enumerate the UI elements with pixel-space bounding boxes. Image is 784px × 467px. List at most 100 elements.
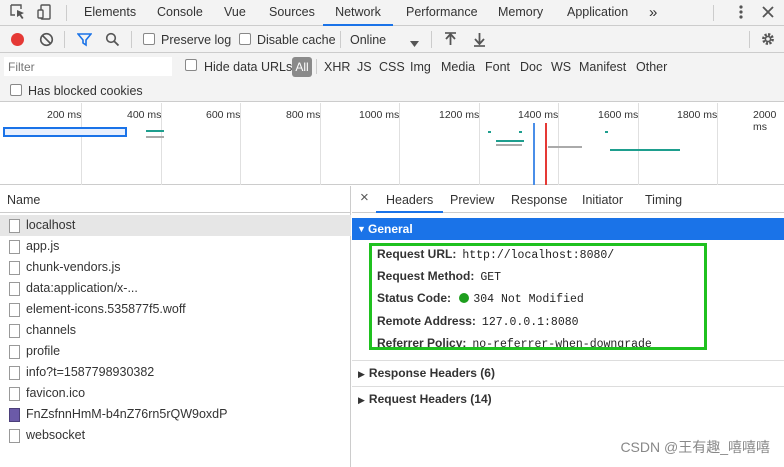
divider <box>66 5 67 21</box>
triangle-right-icon: ▶ <box>358 395 365 405</box>
hide-data-urls-checkbox[interactable] <box>185 59 197 71</box>
document-icon <box>9 219 20 233</box>
device-toolbar-icon[interactable] <box>37 4 53 20</box>
close-devtools-icon[interactable] <box>760 4 776 20</box>
load-event-line <box>545 123 547 185</box>
tab-performance[interactable]: Performance <box>406 0 478 26</box>
import-har-icon[interactable] <box>444 32 457 50</box>
time-tick: 1200 ms <box>439 109 480 121</box>
inspect-element-icon[interactable] <box>10 4 26 20</box>
tab-console[interactable]: Console <box>157 0 203 26</box>
general-section-title: General <box>368 222 413 236</box>
waterfall-bar <box>146 130 164 132</box>
tab-initiator[interactable]: Initiator <box>582 193 623 207</box>
request-row[interactable]: channels <box>0 320 351 341</box>
filter-type-font[interactable]: Font <box>485 60 510 74</box>
divider <box>316 59 317 74</box>
chevron-down-icon[interactable] <box>410 36 419 50</box>
filter-type-xhr[interactable]: XHR <box>324 60 350 74</box>
filter-input[interactable] <box>4 57 172 76</box>
more-options-icon[interactable] <box>733 4 749 20</box>
request-row[interactable]: FnZsfnnHmM-b4nZ76rn5rQW9oxdP <box>0 404 351 425</box>
request-name: websocket <box>26 428 86 442</box>
request-row[interactable]: websocket <box>0 425 351 446</box>
filter-type-other[interactable]: Other <box>636 60 667 74</box>
request-row[interactable]: app.js <box>0 236 351 257</box>
search-icon[interactable] <box>105 32 120 50</box>
selection-window[interactable] <box>3 127 127 137</box>
tab-memory[interactable]: Memory <box>498 0 543 26</box>
request-name: profile <box>26 344 61 358</box>
time-tick: 1800 ms <box>677 109 718 121</box>
tab-preview[interactable]: Preview <box>450 193 494 207</box>
waterfall-bar <box>519 131 522 133</box>
filter-type-img[interactable]: Img <box>410 60 431 74</box>
request-row[interactable]: info?t=1587798930382 <box>0 362 351 383</box>
more-tabs-button[interactable]: » <box>649 0 657 26</box>
request-row[interactable]: data:application/x-... <box>0 278 351 299</box>
filter-type-doc[interactable]: Doc <box>520 60 542 74</box>
file-icon <box>9 303 20 317</box>
filter-type-js[interactable]: JS <box>357 60 372 74</box>
export-har-icon[interactable] <box>473 32 486 50</box>
hide-data-urls-label: Hide data URLs <box>204 60 293 74</box>
tab-headers[interactable]: Headers <box>376 193 444 213</box>
filter-icon[interactable] <box>76 32 93 50</box>
requests-list: Name localhost app.js chunk-vendors.js d… <box>0 186 351 467</box>
request-row[interactable]: favicon.ico <box>0 383 351 404</box>
file-icon <box>9 387 20 401</box>
divider <box>713 5 714 21</box>
details-tabbar: × Headers Preview Response Initiator Tim… <box>352 186 784 213</box>
request-row[interactable]: profile <box>0 341 351 362</box>
waterfall-bar <box>605 131 608 133</box>
tab-network[interactable]: Network <box>323 0 393 26</box>
tab-timing[interactable]: Timing <box>645 193 682 207</box>
close-details-icon[interactable]: × <box>360 190 369 205</box>
general-section-header[interactable]: ▼ General <box>352 218 784 240</box>
triangle-right-icon: ▶ <box>358 369 365 379</box>
devtools-tabbar: Elements Console Vue Sources Network Per… <box>0 0 784 26</box>
throttling-select[interactable]: Online <box>350 33 386 47</box>
blocked-cookies-row: Has blocked cookies <box>0 80 784 102</box>
file-icon <box>9 366 20 380</box>
filter-type-ws[interactable]: WS <box>551 60 571 74</box>
file-icon <box>9 240 20 254</box>
request-row[interactable]: localhost <box>0 215 351 236</box>
settings-gear-icon[interactable] <box>760 31 776 50</box>
name-column-header[interactable]: Name <box>0 186 351 213</box>
has-blocked-cookies-label: Has blocked cookies <box>28 84 143 98</box>
file-icon <box>9 345 20 359</box>
request-name: info?t=1587798930382 <box>26 365 155 379</box>
divider <box>352 360 784 361</box>
triangle-down-icon: ▼ <box>357 224 366 234</box>
tab-sources[interactable]: Sources <box>269 0 315 26</box>
request-name: favicon.ico <box>26 386 86 400</box>
filter-type-css[interactable]: CSS <box>379 60 405 74</box>
has-blocked-cookies-checkbox[interactable] <box>10 84 22 96</box>
time-tick: 1000 ms <box>359 109 400 121</box>
filter-type-all[interactable]: All <box>292 57 312 77</box>
timeline-overview[interactable]: 200 ms 400 ms 600 ms 800 ms 1000 ms 1200… <box>0 103 784 185</box>
request-row[interactable]: chunk-vendors.js <box>0 257 351 278</box>
clear-icon[interactable] <box>39 32 54 50</box>
request-name: FnZsfnnHmM-b4nZ76rn5rQW9oxdP <box>26 407 228 421</box>
response-headers-section[interactable]: ▶ Response Headers (6) <box>358 366 495 381</box>
request-row[interactable]: element-icons.535877f5.woff <box>0 299 351 320</box>
filter-type-manifest[interactable]: Manifest <box>579 60 626 74</box>
request-headers-section[interactable]: ▶ Request Headers (14) <box>358 392 492 407</box>
filter-bar: Hide data URLs XHR JS CSS Img Media Font… <box>0 53 784 80</box>
preserve-log-checkbox[interactable] <box>143 33 155 45</box>
disable-cache-checkbox[interactable] <box>239 33 251 45</box>
divider <box>431 31 432 48</box>
tab-elements[interactable]: Elements <box>84 0 136 26</box>
time-tick: 2000 ms <box>753 109 777 133</box>
tab-application[interactable]: Application <box>567 0 628 26</box>
tab-vue[interactable]: Vue <box>224 0 246 26</box>
divider <box>131 31 132 48</box>
waterfall-bar <box>488 131 491 133</box>
tab-response[interactable]: Response <box>511 193 567 207</box>
time-tick: 200 ms <box>47 109 82 121</box>
record-icon[interactable] <box>11 33 24 46</box>
filter-type-media[interactable]: Media <box>441 60 475 74</box>
watermark: CSDN @王有趣_嘻嘻嘻 <box>620 439 770 455</box>
